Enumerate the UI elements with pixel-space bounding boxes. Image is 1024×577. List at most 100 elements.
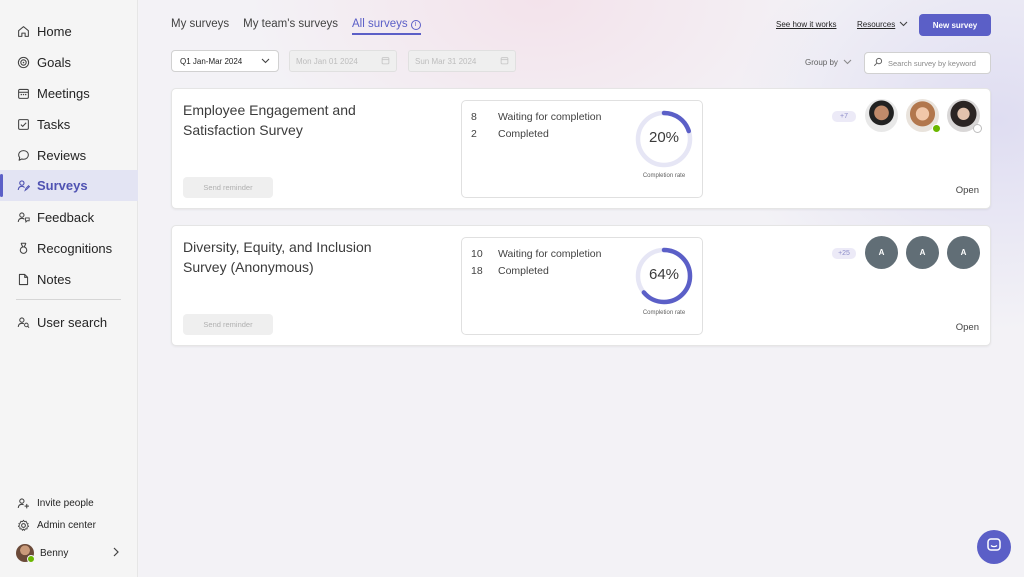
new-survey-button[interactable]: New survey [919, 14, 991, 36]
completed-count: 18 [471, 265, 483, 277]
search-box[interactable] [864, 52, 991, 74]
chevron-down-icon [261, 57, 270, 66]
sidebar-item-feedback[interactable]: Feedback [0, 202, 138, 233]
anonymous-avatar[interactable]: A [906, 236, 939, 269]
calendar-icon [500, 56, 509, 67]
invite-people-label: Invite people [37, 497, 94, 509]
send-reminder-button[interactable]: Send reminder [183, 314, 273, 335]
main-content: My surveys My team's surveys All surveys… [139, 0, 1024, 577]
feedback-icon [16, 211, 30, 225]
tab-all-surveys[interactable]: All surveys i [352, 18, 421, 35]
tab-my-teams-surveys[interactable]: My team's surveys [243, 18, 338, 35]
sidebar-item-goals[interactable]: Goals [0, 47, 138, 78]
sidebar-item-label: Tasks [37, 117, 71, 132]
gear-icon [16, 518, 30, 532]
open-survey-link[interactable]: Open [956, 185, 979, 196]
waiting-count: 8 [471, 111, 477, 123]
completed-row: 18 Completed [471, 265, 549, 277]
see-how-it-works-link[interactable]: See how it works [776, 20, 836, 29]
waiting-label: Waiting for completion [498, 248, 602, 260]
sidebar-item-label: Recognitions [37, 241, 113, 256]
calendar-icon [381, 56, 390, 67]
sidebar-item-notes[interactable]: Notes [0, 264, 138, 295]
admin-center-link[interactable]: Admin center [0, 515, 138, 535]
chevron-down-icon [899, 20, 908, 29]
avatar[interactable] [947, 99, 982, 133]
survey-stats-panel: 10 Waiting for completion 18 Completed 6… [461, 237, 703, 335]
completion-rate-label: Completion rate [642, 173, 686, 179]
home-icon [16, 25, 30, 39]
ribbon-icon [16, 242, 30, 256]
sidebar-item-label: Reviews [37, 148, 87, 163]
survey-title: Employee Engagement and Satisfaction Sur… [183, 102, 356, 138]
sidebar-item-home[interactable]: Home [0, 16, 138, 47]
sidebar-item-label: User search [37, 315, 108, 330]
resources-label: Resources [857, 20, 896, 29]
completion-rate-value: 20% [648, 129, 680, 146]
period-select-value: Q1 Jan-Mar 2024 [180, 56, 243, 66]
survey-tabs: My surveys My team's surveys All surveys… [171, 18, 421, 35]
info-icon[interactable]: i [410, 19, 421, 30]
start-date-value: Mon Jan 01 2024 [296, 56, 358, 66]
search-input[interactable] [888, 58, 985, 68]
anonymous-avatar[interactable]: A [865, 236, 898, 269]
end-date-field: Sun Mar 31 2024 [408, 50, 516, 72]
sidebar-item-label: Feedback [37, 210, 95, 225]
presence-available-icon [932, 124, 941, 133]
sidebar-item-label: Meetings [37, 86, 90, 101]
user-name: Benny [40, 547, 69, 559]
completion-rate-value: 64% [648, 266, 680, 283]
avatar[interactable] [865, 99, 898, 132]
waiting-row: 10 Waiting for completion [471, 248, 602, 260]
resources-dropdown[interactable]: Resources [857, 20, 908, 29]
chevron-down-icon [843, 58, 852, 67]
checkbox-icon [16, 118, 30, 132]
period-select[interactable]: Q1 Jan-Mar 2024 [171, 50, 279, 72]
people-survey-icon [16, 179, 30, 193]
sidebar-item-tasks[interactable]: Tasks [0, 109, 138, 140]
more-participants-badge[interactable]: +25 [832, 248, 856, 259]
open-survey-link[interactable]: Open [956, 322, 979, 333]
completed-row: 2 Completed [471, 128, 549, 140]
sidebar-item-recognitions[interactable]: Recognitions [0, 233, 138, 264]
sidebar-item-label: Notes [37, 272, 71, 287]
sidebar-item-label: Goals [37, 55, 71, 70]
waiting-count: 10 [471, 248, 483, 260]
sidebar-item-label: Home [37, 24, 72, 39]
sidebar-item-user-search[interactable]: User search [0, 307, 138, 338]
chat-icon [986, 537, 1002, 558]
survey-title: Diversity, Equity, and Inclusion Survey … [183, 239, 372, 275]
sidebar-item-reviews[interactable]: Reviews [0, 140, 138, 171]
more-participants-badge[interactable]: +7 [832, 111, 856, 122]
search-icon [873, 54, 883, 72]
completed-label: Completed [498, 265, 549, 277]
chat-support-button[interactable] [977, 530, 1011, 564]
survey-card[interactable]: Diversity, Equity, and Inclusion Survey … [171, 225, 991, 346]
sidebar: Home Goals Meetings Tasks Reviews Survey… [0, 0, 138, 577]
chevron-right-icon [112, 547, 120, 560]
sidebar-item-surveys[interactable]: Surveys [0, 170, 138, 201]
target-icon [16, 56, 30, 70]
completed-label: Completed [498, 128, 549, 140]
sidebar-item-meetings[interactable]: Meetings [0, 78, 138, 109]
waiting-label: Waiting for completion [498, 111, 602, 123]
survey-card[interactable]: Employee Engagement and Satisfaction Sur… [171, 88, 991, 209]
start-date-field: Mon Jan 01 2024 [289, 50, 397, 72]
survey-stats-panel: 8 Waiting for completion 2 Completed 20%… [461, 100, 703, 198]
waiting-row: 8 Waiting for completion [471, 111, 602, 123]
person-add-icon [16, 496, 30, 510]
chat-bubble-icon [16, 149, 30, 163]
calendar-icon [16, 87, 30, 101]
group-by-dropdown[interactable]: Group by [805, 58, 852, 67]
user-search-icon [16, 316, 30, 330]
send-reminder-button[interactable]: Send reminder [183, 177, 273, 198]
sidebar-divider [16, 299, 121, 300]
tab-my-surveys[interactable]: My surveys [171, 18, 229, 35]
invite-people-link[interactable]: Invite people [0, 493, 138, 513]
user-profile-menu[interactable]: Benny [0, 543, 138, 563]
avatar[interactable] [906, 99, 941, 133]
anonymous-avatar[interactable]: A [947, 236, 980, 269]
group-by-label: Group by [805, 58, 838, 67]
end-date-value: Sun Mar 31 2024 [415, 56, 477, 66]
avatar [16, 544, 35, 563]
